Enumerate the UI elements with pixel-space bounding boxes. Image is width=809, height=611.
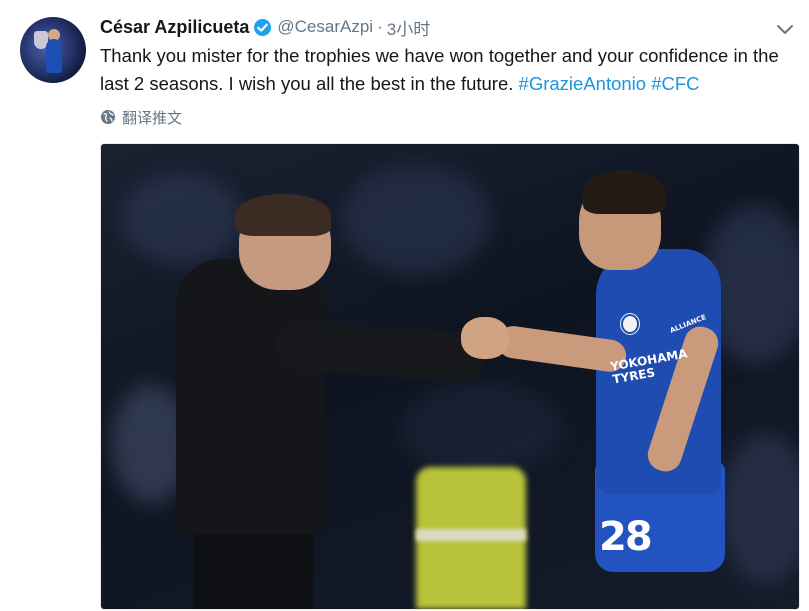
club-crest	[621, 314, 639, 334]
translate-label: 翻译推文	[122, 109, 183, 127]
chevron-down-icon[interactable]	[774, 20, 796, 38]
player-hair	[583, 170, 665, 214]
crowd-blur	[121, 174, 241, 264]
coach-hair	[235, 194, 331, 236]
verified-badge-icon	[254, 18, 272, 36]
avatar[interactable]	[20, 17, 86, 83]
shirt-number: 28	[599, 514, 653, 560]
separator-dot: ·	[377, 17, 383, 36]
steward-vest-stripe	[416, 529, 526, 541]
handshake	[461, 317, 509, 359]
author-name[interactable]: César Azpilicueta	[100, 17, 249, 38]
hashtag-link[interactable]: #GrazieAntonio	[519, 73, 647, 94]
hashtag-link[interactable]: #CFC	[651, 73, 699, 94]
crowd-blur	[721, 434, 799, 584]
crowd-blur	[341, 164, 491, 274]
tweet-photo[interactable]: ALLIANCE YOKOHAMA TYRES 28	[100, 143, 800, 610]
tweet-text: Thank you mister for the trophies we hav…	[100, 42, 790, 98]
globe-icon	[101, 110, 115, 124]
translate-tweet-button[interactable]: 翻译推文	[100, 106, 182, 128]
coach-jacket	[176, 259, 324, 534]
crowd-blur	[401, 384, 561, 474]
tweet-header: César Azpilicueta @CesarAzpi · 3小时	[100, 15, 430, 39]
avatar-figure	[46, 39, 62, 73]
tweet-timestamp[interactable]: 3小时	[387, 15, 430, 40]
author-handle[interactable]: @CesarAzpi	[277, 17, 373, 37]
